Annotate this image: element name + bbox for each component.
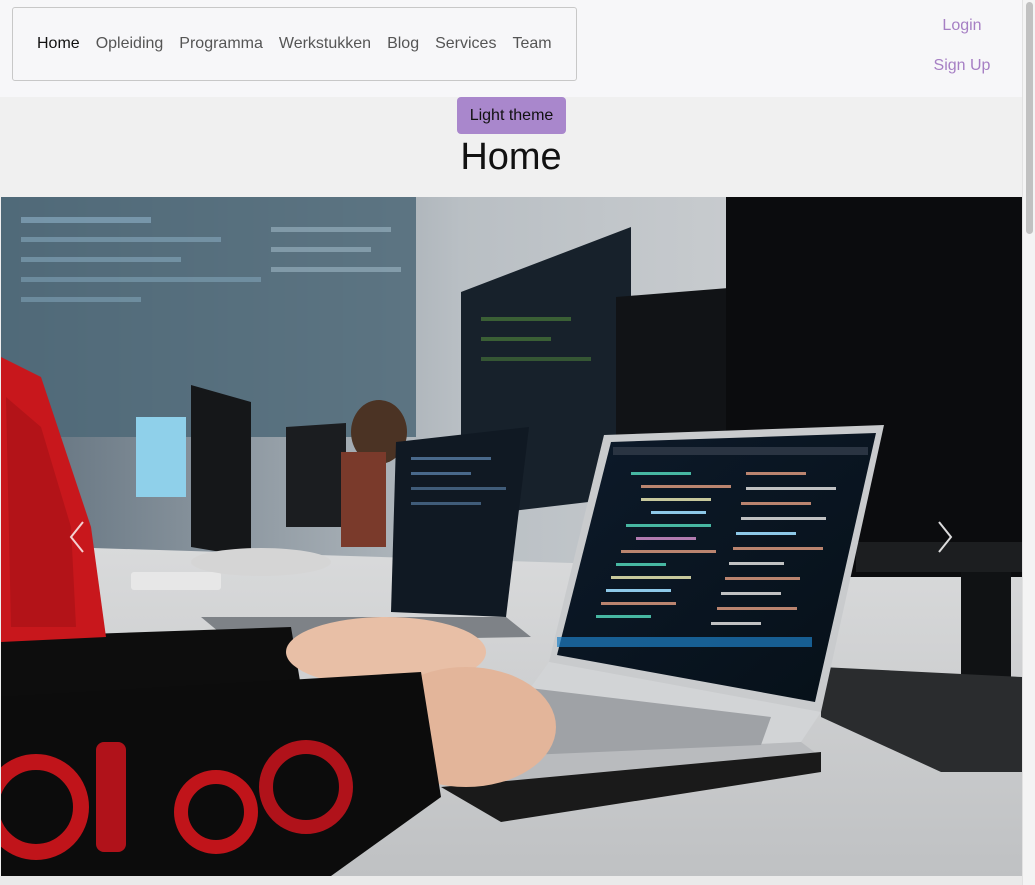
login-link[interactable]: Login <box>942 6 981 46</box>
carousel-next-button[interactable] <box>915 497 975 577</box>
hero-carousel <box>1 197 1022 876</box>
chevron-right-icon <box>938 521 953 553</box>
nav-item-werkstukken[interactable]: Werkstukken <box>279 35 371 53</box>
theme-toggle-button[interactable]: Light theme <box>457 97 566 134</box>
scrollbar-thumb[interactable] <box>1026 2 1033 234</box>
nav-item-services[interactable]: Services <box>435 35 496 53</box>
main-nav: Home Opleiding Programma Werkstukken Blo… <box>12 7 577 81</box>
page-scrollbar[interactable] <box>1022 0 1035 885</box>
carousel-prev-button[interactable] <box>47 497 107 577</box>
nav-item-team[interactable]: Team <box>512 35 551 53</box>
nav-item-opleiding[interactable]: Opleiding <box>96 35 164 53</box>
carousel-image <box>1 197 1022 876</box>
top-navbar: Home Opleiding Programma Werkstukken Blo… <box>0 0 1022 97</box>
page-bottom-strip <box>0 876 1022 885</box>
nav-item-programma[interactable]: Programma <box>179 35 263 53</box>
nav-item-home[interactable]: Home <box>37 35 80 53</box>
page-title: Home <box>460 136 562 178</box>
nav-item-blog[interactable]: Blog <box>387 35 419 53</box>
signup-link[interactable]: Sign Up <box>934 46 991 86</box>
chevron-left-icon <box>69 521 84 553</box>
auth-links: Login Sign Up <box>902 0 1022 86</box>
